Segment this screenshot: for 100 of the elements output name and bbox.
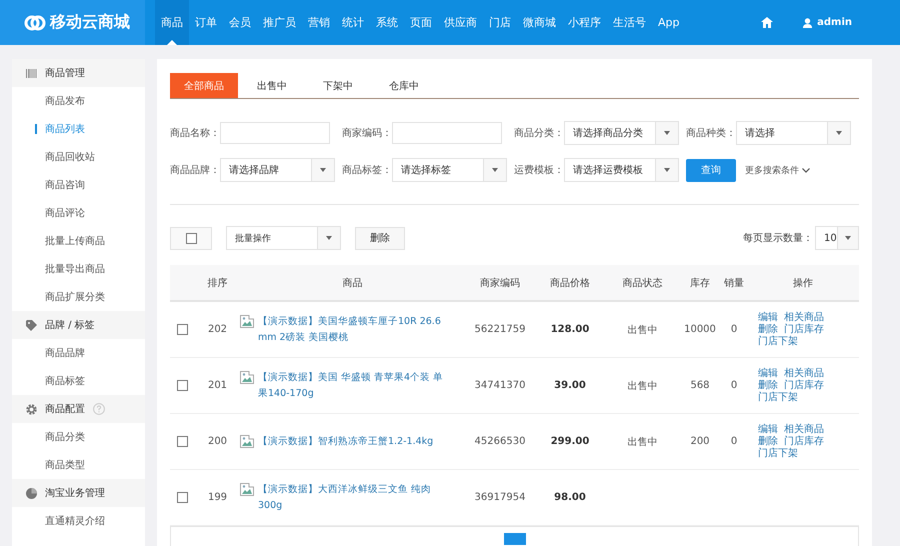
sidebar-item[interactable]: 商品类型 (12, 451, 145, 479)
nav-tab[interactable]: 商品 (155, 0, 189, 45)
code-cell: 56221759 (474, 324, 526, 335)
action-link[interactable]: 删除 (758, 436, 778, 448)
select-field[interactable]: 请选择运费模板 (564, 158, 679, 182)
sidebar-group-title: 商品配置 (45, 402, 85, 416)
sidebar-item[interactable]: 商品标签 (12, 367, 145, 395)
filter-label: 商品分类： (514, 126, 564, 140)
logo-text: 移动云商城 (50, 12, 130, 33)
nav-tab[interactable]: 小程序 (562, 0, 607, 45)
tab[interactable]: 全部商品 (170, 73, 238, 98)
column-header: 商品 (342, 276, 364, 290)
status-cell-text: 出售中 (628, 324, 658, 336)
sidebar-item[interactable]: 商品评论 (12, 199, 145, 227)
nav-tab[interactable]: 页面 (404, 0, 438, 45)
sidebar-item[interactable]: 商品发布 (12, 87, 145, 115)
action-link[interactable]: 门店库存 (784, 436, 824, 448)
sales-cell: 0 (730, 436, 738, 447)
product-name-link[interactable]: 【演示数据】美国华盛顿车厘子10R 26.6 mm 2磅装 美国樱桃 (258, 314, 448, 346)
nav-tab[interactable]: 微商城 (517, 0, 562, 45)
action-link[interactable]: 相关商品 (784, 312, 824, 324)
select-field[interactable]: 请选择标签 (392, 158, 507, 182)
sidebar-item[interactable]: 商品咨询 (12, 171, 145, 199)
page-size-label: 每页显示数量： (743, 232, 813, 245)
select-field[interactable]: 请选择商品分类 (564, 121, 679, 145)
stock-cell: 200 (690, 436, 710, 447)
page-size-select[interactable]: 10 (815, 226, 859, 250)
code-cell: 34741370 (474, 380, 526, 391)
sidebar-item[interactable]: 商品扩展分类 (12, 283, 145, 311)
stock-cell: 10000 (684, 324, 716, 335)
select-field[interactable]: 请选择 (736, 121, 851, 145)
sidebar-item[interactable]: 商品回收站 (12, 143, 145, 171)
sidebar-item[interactable]: 批量上传商品 (12, 227, 145, 255)
nav-tab[interactable]: 供应商 (438, 0, 483, 45)
sort-cell: 200 (208, 436, 228, 447)
action-link[interactable]: 门店下架 (758, 392, 798, 404)
price-cell: 39.00 (554, 380, 586, 391)
tab[interactable]: 出售中 (240, 73, 304, 98)
sales-cell: 0 (730, 380, 738, 391)
nav-tab[interactable]: App (652, 0, 686, 45)
stock-cell: 568 (690, 380, 710, 391)
column-header: 商品状态 (622, 276, 664, 290)
sort-cell: 202 (208, 324, 228, 335)
filter-label: 商品品牌： (170, 164, 220, 177)
sidebar-group-title: 商品管理 (45, 66, 85, 80)
action-link[interactable]: 编辑 (758, 424, 778, 436)
sidebar-group-title: 淘宝业务管理 (45, 486, 105, 500)
nav-tab[interactable]: 系统 (370, 0, 404, 45)
action-link[interactable]: 编辑 (758, 368, 778, 380)
filter-label: 商品标签： (342, 164, 392, 177)
nav-tab[interactable]: 统计 (336, 0, 370, 45)
column-header: 操作 (792, 276, 814, 290)
nav-tab[interactable]: 会员 (223, 0, 257, 45)
nav-tab[interactable]: 推广员 (257, 0, 302, 45)
sidebar-item[interactable]: 商品分类 (12, 423, 145, 451)
price-cell: 299.00 (550, 436, 590, 447)
tab[interactable]: 仓库中 (372, 73, 436, 98)
action-link[interactable]: 相关商品 (784, 368, 824, 380)
sort-cell: 201 (208, 380, 228, 391)
filter-label: 商家编码： (342, 126, 392, 140)
product-name-link[interactable]: 【演示数据】大西洋冰鲜级三文鱼 纯肉300g (258, 482, 448, 514)
action-link[interactable]: 删除 (758, 324, 778, 336)
sidebar-item[interactable]: 批量导出商品 (12, 255, 145, 283)
sidebar-group-title: 品牌 / 标签 (45, 318, 95, 332)
action-link[interactable]: 编辑 (758, 312, 778, 324)
nav-tab[interactable]: 订单 (189, 0, 223, 45)
status-cell-text: 出售中 (628, 436, 658, 448)
batch-action-select[interactable]: 批量操作 (226, 226, 341, 250)
sidebar-item[interactable]: 商品列表 (12, 115, 145, 143)
select-field[interactable]: 请选择品牌 (220, 158, 335, 182)
action-link[interactable]: 相关商品 (784, 424, 824, 436)
action-link[interactable]: 门店下架 (758, 448, 798, 460)
price-cell: 128.00 (550, 324, 590, 335)
nav-tab[interactable]: 门店 (483, 0, 517, 45)
status-cell-text: 出售中 (628, 380, 658, 392)
price-cell: 98.00 (554, 492, 586, 503)
product-name-link[interactable]: 【演示数据】美国 华盛顿 青苹果4个装 单果140-170g (258, 370, 448, 402)
sales-cell: 0 (730, 324, 738, 335)
delete-button[interactable]: 删除 (355, 226, 405, 250)
action-link[interactable]: 门店库存 (784, 380, 824, 392)
nav-tab[interactable]: 生活号 (607, 0, 652, 45)
tab[interactable]: 下架中 (306, 73, 370, 98)
user-link[interactable]: admin (817, 17, 852, 28)
column-header: 库存 (689, 276, 711, 290)
column-header: 商家编码 (479, 276, 521, 290)
more-filters-link[interactable]: 更多搜索条件 (745, 164, 810, 176)
filter-label: 商品名称： (170, 126, 220, 140)
action-link[interactable]: 删除 (758, 380, 778, 392)
action-link[interactable]: 门店下架 (758, 336, 798, 348)
code-cell: 36917954 (474, 492, 526, 503)
filter-label: 运费模板： (514, 164, 564, 177)
nav-tab[interactable]: 营销 (302, 0, 336, 45)
filter-label: 商品种类： (686, 126, 736, 140)
sidebar-item[interactable]: 商品品牌 (12, 339, 145, 367)
search-button[interactable]: 查询 (686, 158, 736, 182)
sort-cell: 199 (208, 492, 228, 503)
code-cell: 45266530 (474, 436, 526, 447)
sidebar-item[interactable]: 直通精灵介绍 (12, 507, 145, 535)
action-link[interactable]: 门店库存 (784, 324, 824, 336)
product-name-link[interactable]: 【演示数据】智利熟冻帝王蟹1.2-1.4kg (258, 434, 448, 450)
